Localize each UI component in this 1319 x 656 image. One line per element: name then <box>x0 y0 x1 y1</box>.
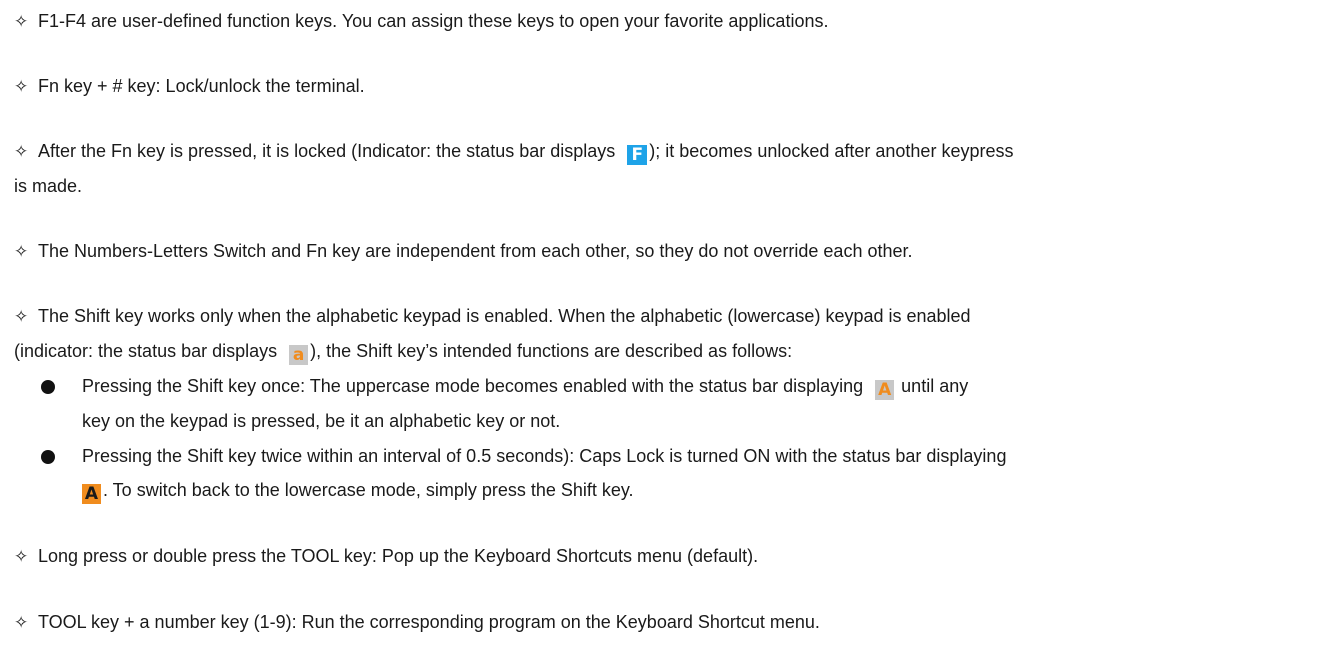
item-text: ); it becomes unlocked after another key… <box>649 141 1014 161</box>
item-text: Pressing the Shift key twice within an i… <box>82 446 1007 466</box>
item-text: Pressing the Shift key once: The upperca… <box>82 376 864 396</box>
item-fn-lock-cont: is made. <box>14 176 82 196</box>
item-fn-lock: ✧ After the Fn key is pressed, it is lock… <box>14 141 1013 165</box>
item-text: The Numbers-Letters Switch and Fn key ar… <box>38 241 913 261</box>
item-text: Fn key + # key: Lock/unlock the terminal… <box>38 76 365 96</box>
capslock-indicator-icon: A <box>82 484 101 504</box>
diamond-bullet-icon: ✧ <box>14 307 29 326</box>
item-f1-f4: ✧ F1-F4 are user-defined function keys. Y… <box>14 11 828 32</box>
item-shift-twice-cont: A. To switch back to the lowercase mode,… <box>80 480 634 504</box>
document-page: ✧ F1-F4 are user-defined function keys. Y… <box>0 0 1319 656</box>
item-independent: ✧ The Numbers-Letters Switch and Fn key a… <box>14 241 913 262</box>
lowercase-indicator-icon: a <box>289 345 309 365</box>
fn-indicator-icon: F <box>627 145 648 165</box>
diamond-bullet-icon: ✧ <box>14 242 29 261</box>
item-tool-number: ✧ TOOL key + a number key (1-9): Run the … <box>14 612 820 633</box>
item-text: is made. <box>14 176 83 196</box>
item-text: F1-F4 are user-defined function keys. Yo… <box>38 11 829 31</box>
item-shift-twice: Pressing the Shift key twice within an i… <box>82 446 1006 466</box>
item-text: (indicator: the status bar displays <box>14 341 278 361</box>
bullet-dot <box>41 380 55 394</box>
item-tool-long: ✧ Long press or double press the TOOL key… <box>14 546 758 567</box>
item-fn-hash: ✧ Fn key + # key: Lock/unlock the termina… <box>14 76 365 97</box>
diamond-bullet-icon: ✧ <box>14 613 29 632</box>
item-shift-once-cont: key on the keypad is pressed, be it an a… <box>82 411 560 431</box>
diamond-bullet-icon: ✧ <box>14 12 29 31</box>
diamond-bullet-icon: ✧ <box>14 547 29 566</box>
item-text: After the Fn key is pressed, it is locke… <box>38 141 616 161</box>
bullet-dot <box>41 450 55 464</box>
item-text: TOOL key + a number key (1-9): Run the c… <box>38 612 820 632</box>
item-shift-intro: ✧ The Shift key works only when the alpha… <box>14 306 971 327</box>
item-text: ), the Shift key’s intended functions ar… <box>310 341 793 361</box>
uppercase-indicator-icon: A <box>875 380 895 400</box>
item-text: until any <box>901 376 969 396</box>
item-text: . To switch back to the lowercase mode, … <box>103 480 634 500</box>
item-shift-once: Pressing the Shift key once: The upperca… <box>82 376 968 400</box>
diamond-bullet-icon: ✧ <box>14 142 29 161</box>
diamond-bullet-icon: ✧ <box>14 77 29 96</box>
item-text: Long press or double press the TOOL key:… <box>38 546 759 566</box>
item-text: key on the keypad is pressed, be it an a… <box>82 411 561 431</box>
item-text: The Shift key works only when the alphab… <box>38 306 971 326</box>
item-shift-intro-cont: (indicator: the status bar displays a), … <box>14 341 792 365</box>
